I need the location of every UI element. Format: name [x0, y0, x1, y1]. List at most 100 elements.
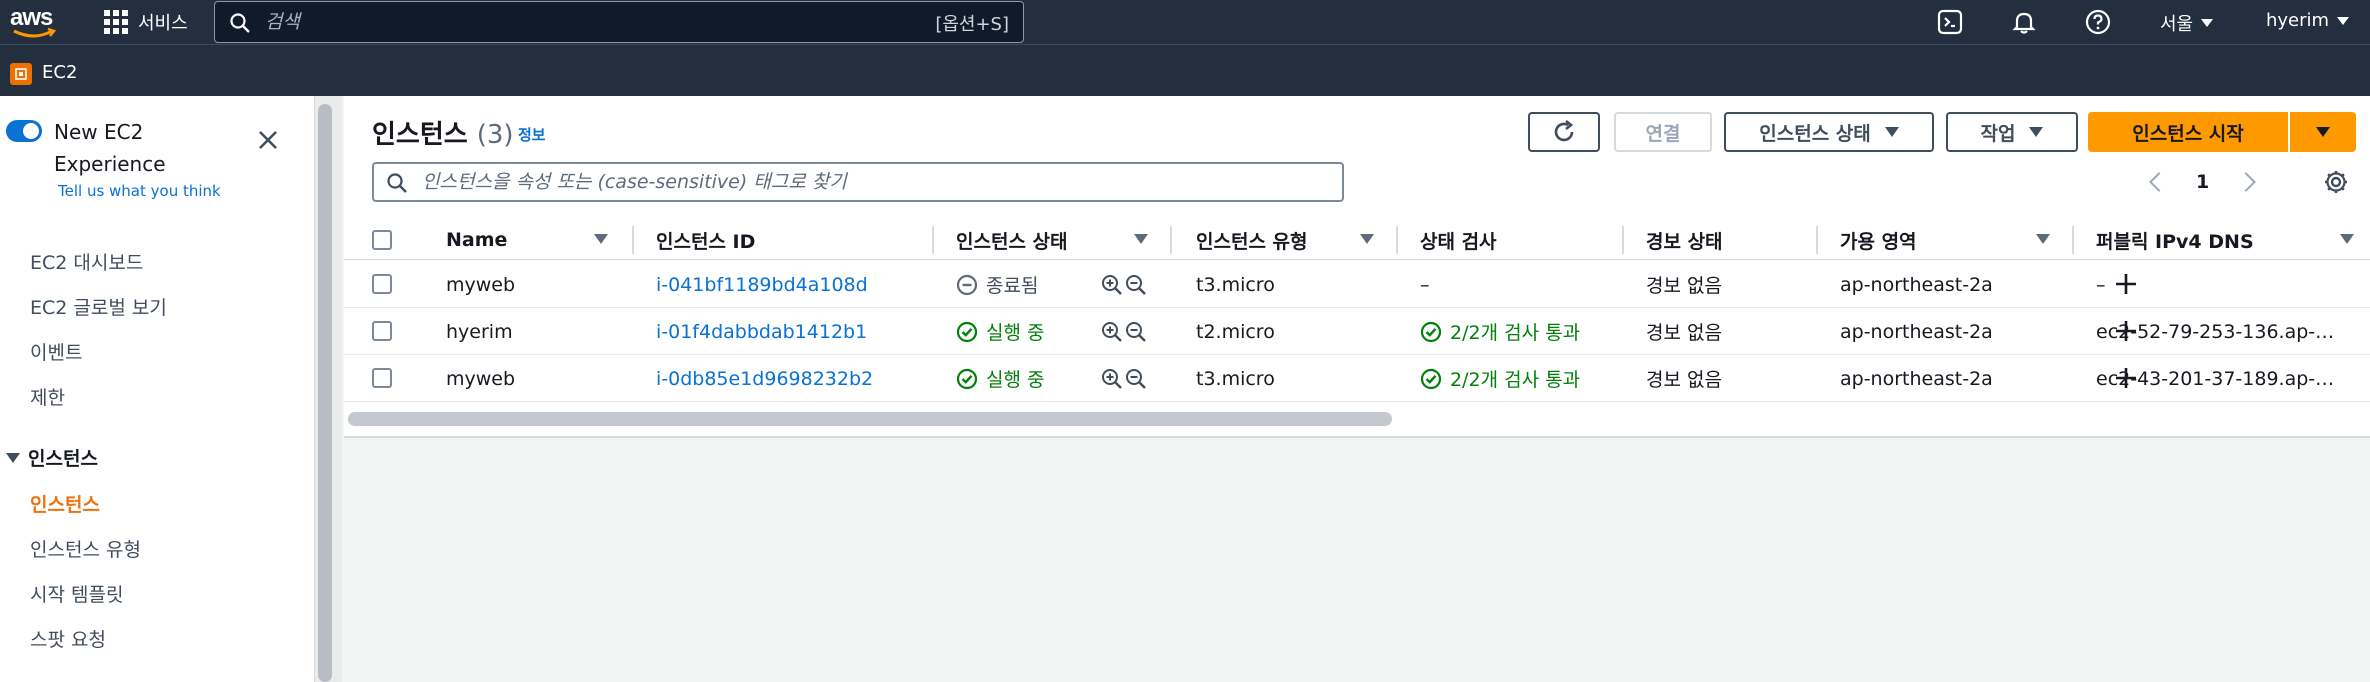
- region-selector[interactable]: 서울: [2160, 10, 2214, 36]
- column-name[interactable]: Name: [446, 220, 507, 260]
- column-resizer[interactable]: [1622, 226, 1624, 254]
- gear-icon[interactable]: [2322, 168, 2350, 196]
- sort-icon[interactable]: [2340, 234, 2354, 244]
- select-all-checkbox[interactable]: [372, 230, 392, 250]
- column-resizer[interactable]: [1396, 226, 1398, 254]
- nav-instance-types[interactable]: 인스턴스 유형: [30, 535, 141, 562]
- status-check-label: 2/2개 검사 통과: [1450, 322, 1581, 344]
- column-resizer[interactable]: [1816, 226, 1818, 254]
- previous-page-icon[interactable]: [2149, 172, 2169, 192]
- close-icon[interactable]: [256, 128, 280, 152]
- zoom-out-icon[interactable]: [1124, 320, 1148, 344]
- refresh-icon: [1554, 119, 1574, 142]
- aws-smile-icon: [13, 28, 56, 38]
- services-menu-button[interactable]: 서비스: [104, 8, 188, 36]
- row-checkbox[interactable]: [372, 321, 392, 341]
- nav-limits[interactable]: 제한: [30, 383, 65, 410]
- cloudshell-icon[interactable]: [1936, 8, 1964, 36]
- column-instance-type[interactable]: 인스턴스 유형: [1196, 220, 1308, 260]
- cell-instance-state: 종료됨: [956, 261, 1038, 308]
- launch-dropdown-button[interactable]: [2290, 112, 2356, 152]
- new-experience-toggle[interactable]: [6, 120, 42, 142]
- caret-down-icon: [2029, 127, 2044, 137]
- nav-instances[interactable]: 인스턴스: [30, 490, 100, 517]
- info-link[interactable]: 정보: [518, 124, 546, 145]
- status-check-label: 2/2개 검사 통과: [1450, 369, 1581, 391]
- connect-button[interactable]: 연결: [1614, 112, 1712, 152]
- zoom-out-icon[interactable]: [1124, 367, 1148, 391]
- aws-logo[interactable]: aws: [8, 4, 60, 40]
- stopped-icon: [956, 274, 978, 295]
- cell-name: myweb: [446, 367, 516, 390]
- instance-filter[interactable]: [372, 162, 1344, 202]
- cell-availability-zone: ap-northeast-2a: [1840, 273, 1993, 296]
- feedback-link[interactable]: Tell us what you think: [58, 182, 221, 200]
- cell-public-dns: ec2-43-201-37-189.ap-…: [2096, 367, 2335, 390]
- cell-instance-id-link[interactable]: i-041bf1189bd4a108d: [656, 261, 868, 308]
- sort-icon[interactable]: [1134, 234, 1148, 244]
- nav-section-title: 인스턴스: [28, 448, 98, 470]
- sort-icon[interactable]: [594, 234, 608, 244]
- ec2-service-icon[interactable]: [10, 63, 32, 85]
- column-resizer[interactable]: [932, 226, 934, 254]
- launch-instances-button[interactable]: 인스턴스 시작: [2088, 112, 2288, 152]
- zoom-out-icon[interactable]: [1124, 273, 1148, 297]
- actions-button[interactable]: 작업: [1946, 112, 2078, 152]
- column-resizer[interactable]: [2072, 226, 2074, 254]
- cell-status-check: 2/2개 검사 통과: [1420, 308, 1580, 355]
- nav-launch-templates[interactable]: 시작 템플릿: [30, 580, 123, 607]
- connect-button-label: 연결: [1645, 122, 1681, 145]
- nav-spot-requests[interactable]: 스팟 요청: [30, 625, 106, 652]
- service-name-link[interactable]: EC2: [42, 62, 77, 83]
- column-availability-zone[interactable]: 가용 영역: [1840, 220, 1917, 260]
- column-instance-state[interactable]: 인스턴스 상태: [956, 220, 1068, 260]
- notifications-bell-icon[interactable]: [2010, 8, 2038, 36]
- state-label: 실행 중: [986, 322, 1045, 344]
- instances-panel: 인스턴스 (3) 정보 연결 인스턴스 상태 작업 인스턴스 시작 1: [344, 96, 2370, 438]
- table-header: Name 인스턴스 ID 인스턴스 상태 인스턴스 유형 상태 검사 경보 상태…: [344, 220, 2370, 260]
- cell-instance-id-link[interactable]: i-01f4dabbdab1412b1: [656, 308, 867, 355]
- sidebar-scrollbar-thumb[interactable]: [318, 104, 332, 682]
- column-alarm-status[interactable]: 경보 상태: [1646, 220, 1723, 260]
- instance-count: (3): [476, 120, 514, 150]
- column-instance-id[interactable]: 인스턴스 ID: [656, 220, 755, 260]
- state-label: 종료됨: [986, 275, 1039, 297]
- cell-instance-type: t3.micro: [1196, 367, 1275, 390]
- current-page[interactable]: 1: [2196, 171, 2209, 193]
- actions-label: 작업: [1980, 122, 2016, 145]
- column-public-dns[interactable]: 퍼블릭 IPv4 DNS: [2096, 220, 2254, 260]
- search-input[interactable]: [265, 8, 865, 36]
- cell-availability-zone: ap-northeast-2a: [1840, 367, 1993, 390]
- refresh-button[interactable]: [1528, 112, 1600, 152]
- table-row[interactable]: myweb i-0db85e1d9698232b2 실행 중 t3.micro: [344, 355, 2370, 402]
- sort-icon[interactable]: [1360, 234, 1374, 244]
- filter-input[interactable]: [422, 169, 1322, 195]
- pagination: 1: [2149, 166, 2257, 198]
- column-resizer[interactable]: [1170, 226, 1172, 254]
- global-search[interactable]: [옵션+S]: [214, 1, 1024, 43]
- next-page-icon[interactable]: [2236, 172, 2257, 192]
- nav-events[interactable]: 이벤트: [30, 338, 82, 365]
- table-row[interactable]: hyerim i-01f4dabbdab1412b1 실행 중 t2.micro: [344, 308, 2370, 355]
- cell-public-dns: ec2-52-79-253-136.ap-…: [2096, 320, 2335, 343]
- instance-state-button[interactable]: 인스턴스 상태: [1724, 112, 1934, 152]
- table-row[interactable]: myweb i-041bf1189bd4a108d 종료됨 t3.micro –…: [344, 261, 2370, 308]
- page-title: 인스턴스 (3): [372, 114, 514, 151]
- account-menu[interactable]: hyerim: [2266, 10, 2350, 31]
- nav-section-instances[interactable]: 인스턴스: [6, 444, 98, 471]
- sort-icon[interactable]: [2036, 234, 2050, 244]
- column-status-check[interactable]: 상태 검사: [1420, 220, 1497, 260]
- nav-ec2-global-view[interactable]: EC2 글로벌 보기: [30, 293, 167, 320]
- zoom-in-icon[interactable]: [1100, 367, 1124, 391]
- cell-instance-type: t3.micro: [1196, 273, 1275, 296]
- check-circle-icon: [1420, 321, 1442, 342]
- row-checkbox[interactable]: [372, 368, 392, 388]
- row-checkbox[interactable]: [372, 274, 392, 294]
- nav-ec2-dashboard[interactable]: EC2 대시보드: [30, 248, 143, 275]
- column-resizer[interactable]: [632, 226, 634, 254]
- help-icon[interactable]: [2084, 8, 2112, 36]
- zoom-in-icon[interactable]: [1100, 273, 1124, 297]
- cell-instance-id-link[interactable]: i-0db85e1d9698232b2: [656, 355, 873, 402]
- zoom-in-icon[interactable]: [1100, 320, 1124, 344]
- table-horizontal-scrollbar[interactable]: [348, 412, 1392, 426]
